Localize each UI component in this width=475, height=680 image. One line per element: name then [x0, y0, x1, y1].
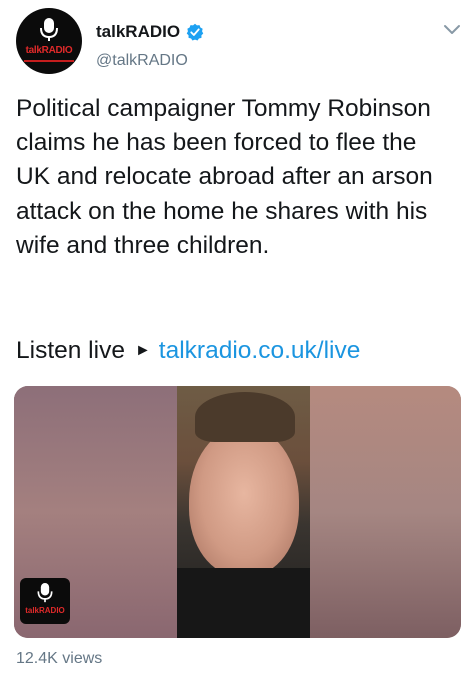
channel-watermark: talkRADIO	[20, 578, 70, 624]
video-frame	[177, 386, 310, 638]
user-handle[interactable]: @talkRADIO	[96, 52, 188, 70]
microphone-icon	[37, 583, 53, 603]
microphone-icon	[40, 18, 58, 41]
video-subject-hair	[195, 392, 295, 442]
avatar-brand-text: talkRADIO	[25, 45, 73, 56]
video-subject-face	[189, 426, 299, 576]
tweet-header: talkRADIO talkRADIO @talkRADIO	[16, 8, 461, 78]
verified-check-icon	[186, 23, 204, 41]
name-row: talkRADIO	[96, 22, 204, 42]
talkradio-link[interactable]: talkradio.co.uk/live	[159, 334, 361, 368]
chevron-down-icon[interactable]	[443, 22, 461, 36]
video-player[interactable]: talkRADIO	[14, 386, 461, 638]
avatar-underline	[24, 60, 74, 62]
listen-live-label: Listen live	[16, 337, 125, 364]
display-name[interactable]: talkRADIO	[96, 22, 180, 42]
listen-live-row: Listen live ► talkradio.co.uk/live	[16, 334, 360, 368]
play-arrow-icon: ►	[134, 342, 151, 359]
view-count: 12.4K views	[16, 650, 103, 667]
watermark-brand-text: talkRADIO	[25, 606, 65, 615]
tweet-text: Political campaigner Tommy Robinson clai…	[16, 95, 433, 259]
video-blur-right	[310, 386, 461, 638]
video-subject-shirt	[177, 568, 310, 638]
avatar[interactable]: talkRADIO	[16, 8, 82, 74]
